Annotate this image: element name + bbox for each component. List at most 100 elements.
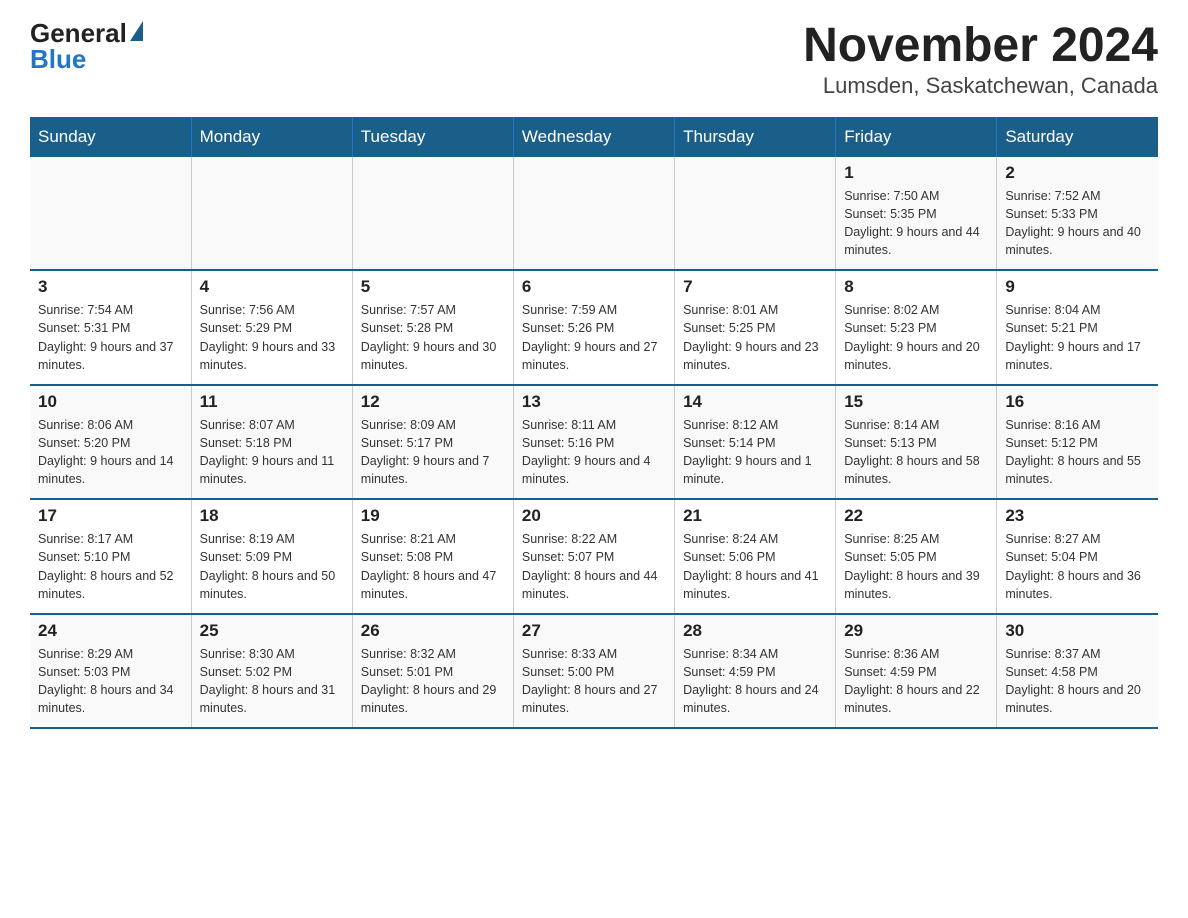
calendar-cell: 26Sunrise: 8:32 AMSunset: 5:01 PMDayligh… — [352, 614, 513, 729]
day-info: Sunrise: 8:06 AMSunset: 5:20 PMDaylight:… — [38, 416, 183, 489]
calendar-cell: 25 Sunrise: 8:30 AMSunset: 5:02 PMDayligh… — [191, 614, 352, 729]
day-info: Sunrise: 8:27 AMSunset: 5:04 PMDaylight:… — [1005, 530, 1150, 603]
day-number: 29 — [844, 621, 988, 641]
day-info: Sunrise: 8:21 AMSunset: 5:08 PMDaylight:… — [361, 530, 505, 603]
col-monday: Monday — [191, 117, 352, 157]
day-info: Sunrise: 7:50 AMSunset: 5:35 PMDaylight:… — [844, 187, 988, 260]
calendar-cell: 1 Sunrise: 7:50 AMSunset: 5:35 PMDaylight… — [836, 157, 997, 271]
calendar-week-row: 3Sunrise: 7:54 AMSunset: 5:31 PMDaylight… — [30, 270, 1158, 385]
day-info: Sunrise: 8:24 AMSunset: 5:06 PMDaylight:… — [683, 530, 827, 603]
day-number: 7 — [683, 277, 827, 297]
calendar-cell: 17 Sunrise: 8:17 AMSunset: 5:10 PMDayligh… — [30, 499, 191, 614]
day-number: 10 — [38, 392, 183, 412]
day-number: 22 — [844, 506, 988, 526]
col-friday: Friday — [836, 117, 997, 157]
calendar-cell: 20Sunrise: 8:22 AMSunset: 5:07 PMDayligh… — [513, 499, 674, 614]
day-number: 24 — [38, 621, 183, 641]
calendar-cell: 29 Sunrise: 8:36 AMSunset: 4:59 PMDayligh… — [836, 614, 997, 729]
day-info: Sunrise: 8:16 AMSunset: 5:12 PMDaylight:… — [1005, 416, 1150, 489]
day-number: 27 — [522, 621, 666, 641]
calendar-cell: 19 Sunrise: 8:21 AMSunset: 5:08 PMDayligh… — [352, 499, 513, 614]
day-number: 8 — [844, 277, 988, 297]
day-info: Sunrise: 8:36 AMSunset: 4:59 PMDaylight:… — [844, 645, 988, 718]
calendar-cell: 11 Sunrise: 8:07 AMSunset: 5:18 PMDayligh… — [191, 385, 352, 500]
calendar-cell: 10 Sunrise: 8:06 AMSunset: 5:20 PMDayligh… — [30, 385, 191, 500]
day-info: Sunrise: 8:32 AMSunset: 5:01 PMDaylight:… — [361, 645, 505, 718]
calendar-subtitle: Lumsden, Saskatchewan, Canada — [803, 73, 1158, 99]
day-info: Sunrise: 8:07 AMSunset: 5:18 PMDaylight:… — [200, 416, 344, 489]
day-info: Sunrise: 8:37 AMSunset: 4:58 PMDaylight:… — [1005, 645, 1150, 718]
day-number: 30 — [1005, 621, 1150, 641]
calendar-cell: 21 Sunrise: 8:24 AMSunset: 5:06 PMDayligh… — [675, 499, 836, 614]
day-info: Sunrise: 8:01 AMSunset: 5:25 PMDaylight:… — [683, 301, 827, 374]
day-number: 6 — [522, 277, 666, 297]
day-number: 28 — [683, 621, 827, 641]
calendar-cell: 18 Sunrise: 8:19 AMSunset: 5:09 PMDayligh… — [191, 499, 352, 614]
day-info: Sunrise: 8:19 AMSunset: 5:09 PMDaylight:… — [200, 530, 344, 603]
day-info: Sunrise: 8:30 AMSunset: 5:02 PMDaylight:… — [200, 645, 344, 718]
calendar-cell: 5Sunrise: 7:57 AMSunset: 5:28 PMDaylight… — [352, 270, 513, 385]
day-info: Sunrise: 7:52 AMSunset: 5:33 PMDaylight:… — [1005, 187, 1150, 260]
day-number: 17 — [38, 506, 183, 526]
calendar-cell: 30 Sunrise: 8:37 AMSunset: 4:58 PMDayligh… — [997, 614, 1158, 729]
day-number: 16 — [1005, 392, 1150, 412]
calendar-cell — [191, 157, 352, 271]
calendar-cell: 13 Sunrise: 8:11 AMSunset: 5:16 PMDayligh… — [513, 385, 674, 500]
calendar-cell: 7 Sunrise: 8:01 AMSunset: 5:25 PMDaylight… — [675, 270, 836, 385]
day-number: 21 — [683, 506, 827, 526]
day-number: 18 — [200, 506, 344, 526]
col-saturday: Saturday — [997, 117, 1158, 157]
day-info: Sunrise: 8:25 AMSunset: 5:05 PMDaylight:… — [844, 530, 988, 603]
calendar-week-row: 24Sunrise: 8:29 AMSunset: 5:03 PMDayligh… — [30, 614, 1158, 729]
logo: General Blue — [30, 20, 143, 72]
col-thursday: Thursday — [675, 117, 836, 157]
day-info: Sunrise: 8:33 AMSunset: 5:00 PMDaylight:… — [522, 645, 666, 718]
calendar-cell — [30, 157, 191, 271]
day-number: 19 — [361, 506, 505, 526]
calendar-cell: 3Sunrise: 7:54 AMSunset: 5:31 PMDaylight… — [30, 270, 191, 385]
day-info: Sunrise: 8:22 AMSunset: 5:07 PMDaylight:… — [522, 530, 666, 603]
day-number: 13 — [522, 392, 666, 412]
day-number: 3 — [38, 277, 183, 297]
day-number: 15 — [844, 392, 988, 412]
day-number: 23 — [1005, 506, 1150, 526]
calendar-cell: 2 Sunrise: 7:52 AMSunset: 5:33 PMDaylight… — [997, 157, 1158, 271]
day-number: 1 — [844, 163, 988, 183]
calendar-cell — [352, 157, 513, 271]
col-sunday: Sunday — [30, 117, 191, 157]
calendar-cell: 4 Sunrise: 7:56 AMSunset: 5:29 PMDaylight… — [191, 270, 352, 385]
day-number: 11 — [200, 392, 344, 412]
day-info: Sunrise: 8:17 AMSunset: 5:10 PMDaylight:… — [38, 530, 183, 603]
day-info: Sunrise: 7:56 AMSunset: 5:29 PMDaylight:… — [200, 301, 344, 374]
calendar-title: November 2024 — [803, 20, 1158, 73]
day-number: 5 — [361, 277, 505, 297]
day-number: 4 — [200, 277, 344, 297]
day-info: Sunrise: 8:04 AMSunset: 5:21 PMDaylight:… — [1005, 301, 1150, 374]
day-number: 14 — [683, 392, 827, 412]
calendar-cell: 9 Sunrise: 8:04 AMSunset: 5:21 PMDaylight… — [997, 270, 1158, 385]
day-info: Sunrise: 7:59 AMSunset: 5:26 PMDaylight:… — [522, 301, 666, 374]
calendar-header-row: Sunday Monday Tuesday Wednesday Thursday… — [30, 117, 1158, 157]
calendar-cell: 27 Sunrise: 8:33 AMSunset: 5:00 PMDayligh… — [513, 614, 674, 729]
page-header: General Blue November 2024 Lumsden, Sask… — [30, 20, 1158, 99]
calendar-cell: 6 Sunrise: 7:59 AMSunset: 5:26 PMDaylight… — [513, 270, 674, 385]
day-info: Sunrise: 8:14 AMSunset: 5:13 PMDaylight:… — [844, 416, 988, 489]
calendar-cell — [675, 157, 836, 271]
calendar-week-row: 17 Sunrise: 8:17 AMSunset: 5:10 PMDayligh… — [30, 499, 1158, 614]
calendar-cell: 16 Sunrise: 8:16 AMSunset: 5:12 PMDayligh… — [997, 385, 1158, 500]
day-info: Sunrise: 8:11 AMSunset: 5:16 PMDaylight:… — [522, 416, 666, 489]
calendar-cell: 15 Sunrise: 8:14 AMSunset: 5:13 PMDayligh… — [836, 385, 997, 500]
day-number: 25 — [200, 621, 344, 641]
calendar-cell: 8Sunrise: 8:02 AMSunset: 5:23 PMDaylight… — [836, 270, 997, 385]
calendar-cell: 14Sunrise: 8:12 AMSunset: 5:14 PMDayligh… — [675, 385, 836, 500]
day-number: 9 — [1005, 277, 1150, 297]
calendar-week-row: 10 Sunrise: 8:06 AMSunset: 5:20 PMDayligh… — [30, 385, 1158, 500]
calendar-week-row: 1 Sunrise: 7:50 AMSunset: 5:35 PMDaylight… — [30, 157, 1158, 271]
col-tuesday: Tuesday — [352, 117, 513, 157]
calendar-cell: 28Sunrise: 8:34 AMSunset: 4:59 PMDayligh… — [675, 614, 836, 729]
day-number: 2 — [1005, 163, 1150, 183]
calendar-cell: 12Sunrise: 8:09 AMSunset: 5:17 PMDayligh… — [352, 385, 513, 500]
calendar-cell — [513, 157, 674, 271]
calendar-cell: 24Sunrise: 8:29 AMSunset: 5:03 PMDayligh… — [30, 614, 191, 729]
logo-triangle-icon — [130, 21, 143, 41]
